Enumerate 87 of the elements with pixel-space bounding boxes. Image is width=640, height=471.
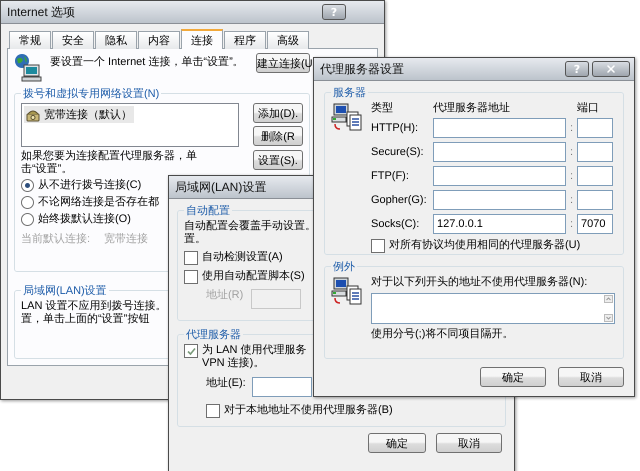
group-title: 局域网(LAN)设置 xyxy=(22,284,108,298)
scroll-down-icon[interactable] xyxy=(604,314,613,322)
radio-button[interactable] xyxy=(21,196,34,209)
auto-config-note: 置。 xyxy=(184,233,206,246)
check-icon xyxy=(186,346,196,356)
proxy-address-field[interactable] xyxy=(433,142,566,162)
connection-button[interactable]: 添加(D). xyxy=(253,103,303,123)
globe-computer-icon xyxy=(14,53,44,83)
checkbox-label: 为 LAN 使用代理服务 xyxy=(202,344,307,356)
port-field[interactable] xyxy=(577,190,613,210)
checkbox-label: 自动检测设置(A) xyxy=(202,251,283,264)
window-title: 代理服务器设置 xyxy=(320,60,405,78)
address-label: 地址(E): xyxy=(206,377,246,390)
cancel-button[interactable]: 取消 xyxy=(558,367,624,387)
tab[interactable]: 内容 xyxy=(138,31,180,49)
exceptions-field[interactable] xyxy=(371,293,615,324)
current-default-value: 宽带连接 xyxy=(104,233,148,246)
group-title: 例外 xyxy=(332,260,356,274)
column-header: 类型 xyxy=(371,102,394,115)
scroll-up-icon[interactable] xyxy=(604,295,613,303)
connection-list[interactable]: 宽带连接（默认） xyxy=(21,103,239,147)
exceptions-label: 对于以下列开头的地址不使用代理服务器(N): xyxy=(371,276,588,289)
checkbox[interactable] xyxy=(184,270,198,284)
radio-label: 始终拨默认连接(O) xyxy=(38,213,131,226)
proxy-address-field[interactable] xyxy=(433,166,566,186)
protocol-label: HTTP(H): xyxy=(371,122,420,134)
connection-button[interactable]: 删除(R xyxy=(253,126,303,146)
group-title: 服务器 xyxy=(332,86,367,100)
group-title: 代理服务器 xyxy=(185,328,242,342)
separator: : xyxy=(568,122,574,134)
proxy-address-field[interactable] xyxy=(433,118,566,138)
checkbox-label: VPN 连接)。 xyxy=(202,357,264,370)
radio-label: 从不进行拨号连接(C) xyxy=(38,179,142,192)
protocol-label: Gopher(G): xyxy=(371,194,428,206)
tab[interactable]: 高级 xyxy=(267,31,309,49)
group-title: 自动配置 xyxy=(185,204,231,218)
proxy-address-field[interactable] xyxy=(252,377,312,397)
checkbox-label: 对所有协议均使用相同的代理服务器(U) xyxy=(389,239,580,252)
proxy-address-field[interactable] xyxy=(433,190,566,210)
proxy-hint: 如果您要为连接配置代理服务器，单击“设置”。 xyxy=(21,150,198,176)
proxy-address-field[interactable]: 127.0.0.1 xyxy=(433,214,566,234)
ok-button[interactable]: 确定 xyxy=(368,433,426,453)
port-field[interactable] xyxy=(577,118,613,138)
tab[interactable]: 安全 xyxy=(52,31,94,49)
column-header: 端口 xyxy=(577,102,599,115)
tab[interactable]: 程序 xyxy=(224,31,266,49)
column-header: 代理服务器地址 xyxy=(433,102,511,115)
checkbox-label: 使用自动配置脚本(S) xyxy=(202,270,305,283)
port-field[interactable] xyxy=(577,142,613,162)
window-title: 局域网(LAN)设置 xyxy=(175,178,268,196)
port-field[interactable]: 7070 xyxy=(577,214,613,234)
separator: : xyxy=(568,218,574,230)
connection-item[interactable]: 宽带连接（默认） xyxy=(24,106,134,123)
checkbox[interactable] xyxy=(184,251,198,265)
group-title: 拨号和虚拟专用网络设置(N) xyxy=(22,86,160,101)
setup-button[interactable]: 建立连接(U xyxy=(256,53,310,73)
radio-button[interactable] xyxy=(21,213,34,226)
radio-label: 不论网络连接是否存在都 xyxy=(38,196,159,209)
protocol-label: FTP(F): xyxy=(371,170,410,182)
tab[interactable]: 常规 xyxy=(9,31,51,49)
tab[interactable]: 连接 xyxy=(181,29,223,49)
close-button[interactable] xyxy=(592,61,630,77)
modem-icon xyxy=(26,108,40,122)
checkbox[interactable] xyxy=(184,344,198,358)
lan-note: 置，单击上面的“设置”按钮 xyxy=(21,313,150,326)
separator: : xyxy=(568,146,574,158)
separator: : xyxy=(568,194,574,206)
radio-button[interactable] xyxy=(21,179,34,192)
setup-text: 要设置一个 Internet 连接，单击“设置”。 xyxy=(50,56,245,69)
tab[interactable]: 隐私 xyxy=(95,31,137,49)
ok-button[interactable]: 确定 xyxy=(480,367,546,387)
close-icon xyxy=(605,63,617,75)
address-label: 地址(R) xyxy=(206,289,244,302)
cancel-button[interactable]: 取消 xyxy=(436,433,502,453)
port-field[interactable] xyxy=(577,166,613,186)
window-title: Internet 选项 xyxy=(7,4,76,20)
checkbox[interactable] xyxy=(206,404,220,418)
lan-note: LAN 设置不应用到拨号连接。 xyxy=(21,300,166,313)
settings-button[interactable]: 设置(S). xyxy=(253,150,303,170)
protocol-label: Secure(S): xyxy=(371,146,425,158)
exceptions-note: 使用分号(;)将不同项目隔开。 xyxy=(371,328,514,341)
auto-config-note: 自动配置会覆盖手动设置。 xyxy=(184,220,316,233)
separator: : xyxy=(568,170,574,182)
checkbox-label: 对于本地地址不使用代理服务器(B) xyxy=(224,404,393,417)
protocol-label: Socks(C): xyxy=(371,218,420,230)
checkbox[interactable] xyxy=(371,239,385,253)
current-default-label: 当前默认连接: xyxy=(21,233,90,246)
